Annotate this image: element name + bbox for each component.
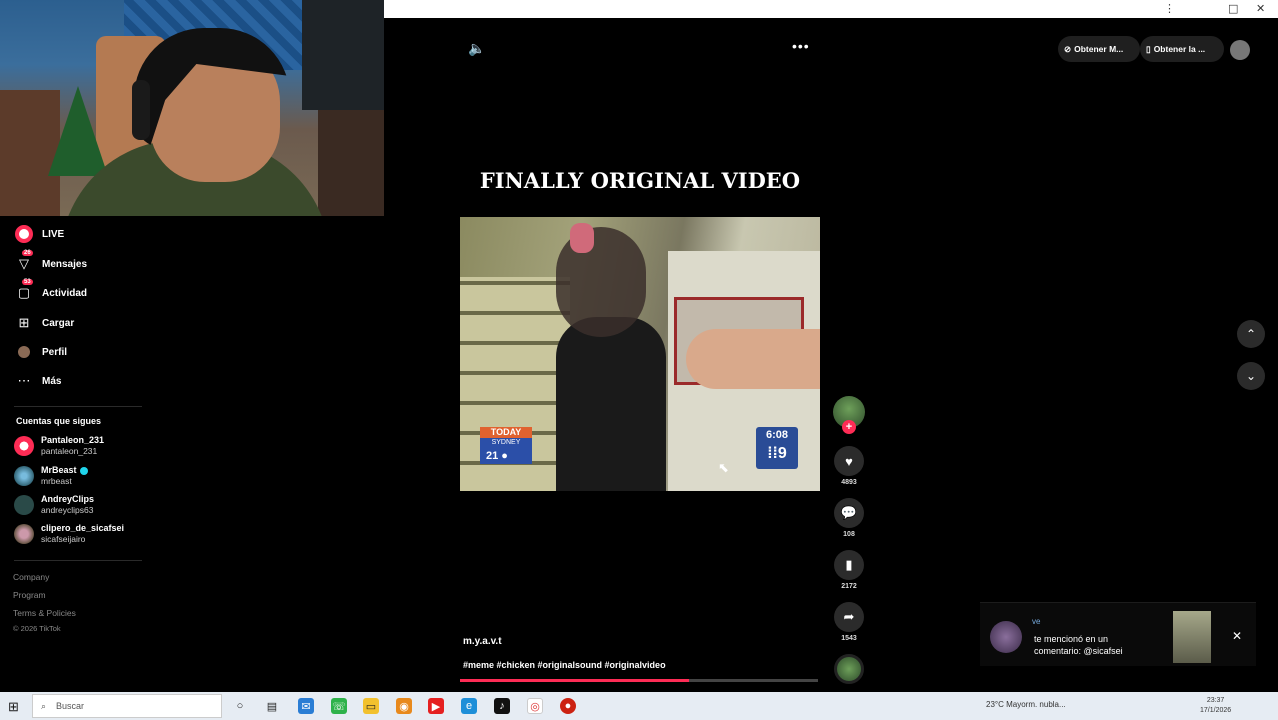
get-coins-button[interactable]: ⊘ Obtener M... xyxy=(1058,36,1140,62)
sidebar-item-more[interactable]: ⋯ Más xyxy=(14,371,62,391)
phone-icon: ▯ xyxy=(1146,43,1151,54)
notification-thumbnail xyxy=(1173,611,1211,663)
mouse-cursor-icon: ⬉ xyxy=(718,460,729,475)
sidebar-item-activity[interactable]: ▢ 53 Actividad xyxy=(14,279,87,303)
progress-fill xyxy=(460,679,690,682)
activity-icon: ▢ 53 xyxy=(17,279,33,300)
sidebar-item-live[interactable]: LIVE xyxy=(14,224,64,244)
window-titlebar: ⋮ □ ✕ xyxy=(384,0,1278,18)
messages-badge: 26 xyxy=(22,250,33,256)
comment-action[interactable]: 💬 108 xyxy=(832,498,866,538)
comment-icon[interactable]: 💬 xyxy=(834,498,864,528)
task-view-icon[interactable]: ○ xyxy=(232,698,248,714)
like-action[interactable]: ♥ 4893 xyxy=(832,446,866,486)
avatar xyxy=(14,436,34,456)
footer-link-company[interactable]: Company xyxy=(13,572,49,582)
window-close-icon[interactable]: ✕ xyxy=(1256,2,1265,15)
video-caption-title: FINALLY ORIGINAL VIDEO xyxy=(479,168,801,193)
following-item[interactable]: MrBeast mrbeast xyxy=(14,463,88,489)
sidebar-item-messages[interactable]: ▽ 26 Mensajes xyxy=(14,250,87,274)
sidebar-divider xyxy=(14,406,142,407)
bookmark-icon[interactable]: ▮ xyxy=(834,550,864,580)
user-avatar[interactable] xyxy=(1230,40,1250,60)
windows-start-icon[interactable]: ⊞ xyxy=(8,699,19,715)
video-author[interactable]: m.y.a.v.t xyxy=(463,636,502,647)
whatsapp-icon[interactable]: ☏ xyxy=(331,698,347,714)
get-app-button[interactable]: ▯ Obtener la ... xyxy=(1140,36,1224,62)
webcam-overlay xyxy=(0,0,384,216)
chevron-down-icon: ⌄ xyxy=(1245,369,1257,383)
window-restore-icon[interactable]: □ xyxy=(1228,2,1238,15)
next-video-button[interactable]: ⌄ xyxy=(1237,362,1265,390)
more-options-icon[interactable]: ••• xyxy=(792,38,810,54)
edge-icon[interactable]: e xyxy=(461,698,477,714)
upload-icon: ⊞ xyxy=(18,315,30,330)
more-icon: ⋯ xyxy=(17,373,31,388)
channel-nine-logo: 6:08 ⁞⁞9 xyxy=(756,427,798,469)
verified-icon xyxy=(79,466,88,475)
following-item[interactable]: AndreyClips andreyclips63 xyxy=(14,492,94,518)
heart-icon[interactable]: ♥ xyxy=(834,446,864,476)
window-menu-icon[interactable]: ⋮ xyxy=(1164,2,1175,15)
save-action[interactable]: ▮ 2172 xyxy=(832,550,866,590)
share-icon[interactable]: ➦ xyxy=(834,602,864,632)
video-progress-bar[interactable] xyxy=(460,679,818,682)
share-count: 1543 xyxy=(841,635,857,642)
taskbar-search[interactable]: ⌕ Buscar xyxy=(32,694,222,718)
avatar xyxy=(14,495,34,515)
weather-widget[interactable]: 23°C Mayorm. nubla... xyxy=(986,700,1066,709)
obs-icon[interactable]: ● xyxy=(560,698,576,714)
like-count: 4893 xyxy=(841,479,857,486)
search-icon: ⌕ xyxy=(41,700,47,711)
live-icon xyxy=(14,224,34,244)
mention-notification[interactable]: ve te mencionó en un comentario: @sicafs… xyxy=(980,602,1256,666)
copyright: © 2026 TikTok xyxy=(13,624,61,633)
video-player[interactable]: TODAY SYDNEY 21 ● 6:08 ⁞⁞9 xyxy=(460,217,820,491)
app-icon[interactable]: ◉ xyxy=(396,698,412,714)
footer-link-terms[interactable]: Terms & Policies xyxy=(13,608,76,618)
following-item[interactable]: clipero_de_sicafsei sicafseijairo xyxy=(14,521,124,547)
youtube-icon[interactable]: ▶ xyxy=(428,698,444,714)
tiktok-icon[interactable]: ♪ xyxy=(494,698,510,714)
previous-video-button[interactable]: ⌃ xyxy=(1237,320,1265,348)
footer-link-program[interactable]: Program xyxy=(13,590,46,600)
video-hashtags[interactable]: #meme #chicken #originalsound #originalv… xyxy=(463,660,666,670)
avatar xyxy=(14,466,34,486)
following-item[interactable]: Pantaleon_231 pantaleon_231 xyxy=(14,433,104,459)
following-title: Cuentas que sigues xyxy=(16,416,102,426)
today-show-logo: TODAY SYDNEY 21 ● xyxy=(480,427,532,471)
close-icon[interactable]: ✕ xyxy=(1232,629,1242,643)
chevron-up-icon: ⌃ xyxy=(1245,327,1257,341)
music-disc-icon[interactable] xyxy=(834,654,864,684)
coin-icon: ⊘ xyxy=(1064,43,1072,54)
comment-count: 108 xyxy=(843,531,855,538)
speaker-icon[interactable]: 🔈 xyxy=(468,40,485,57)
message-icon: ▽ 26 xyxy=(19,250,33,271)
windows-taskbar: ⊞ ⌕ Buscar ○ ▤ ✉ ☏ ▭ ◉ ▶ e ♪ ◎ ● 23°C Ma… xyxy=(0,692,1278,720)
folder-icon[interactable]: ▭ xyxy=(363,698,379,714)
activity-badge: 53 xyxy=(22,279,33,285)
chrome-icon[interactable]: ◎ xyxy=(527,698,543,714)
avatar xyxy=(990,621,1022,653)
profile-icon xyxy=(14,342,34,362)
share-action[interactable]: ➦ 1543 xyxy=(832,602,866,642)
sidebar-item-upload[interactable]: ⊞ Cargar xyxy=(14,313,75,333)
taskbar-clock[interactable]: 23:37 17/1/2026 xyxy=(1200,696,1231,716)
avatar xyxy=(14,524,34,544)
save-count: 2172 xyxy=(841,583,857,590)
mail-icon[interactable]: ✉ xyxy=(298,698,314,714)
sidebar-item-profile[interactable]: Perfil xyxy=(14,342,67,362)
follow-plus-icon[interactable]: + xyxy=(842,420,856,434)
sidebar-divider xyxy=(14,560,142,561)
file-manager-icon[interactable]: ▤ xyxy=(264,698,280,714)
